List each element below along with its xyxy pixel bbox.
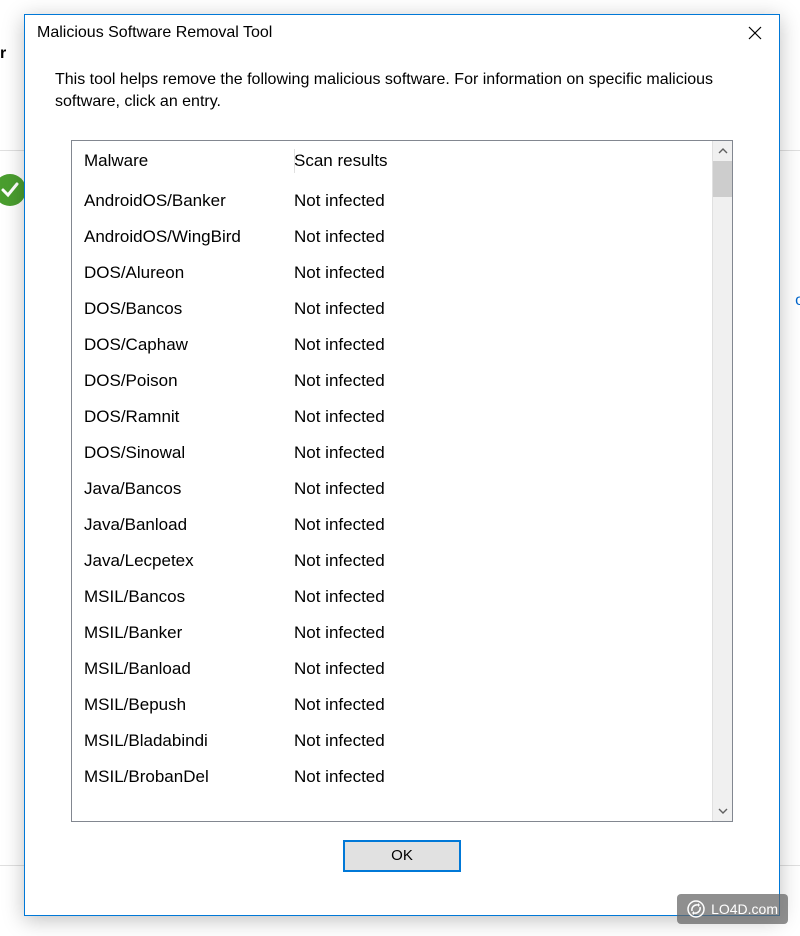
list-item[interactable]: MSIL/BancosNot infected: [84, 579, 700, 615]
backdrop-partial-letter: o: [795, 292, 800, 310]
ok-button[interactable]: OK: [343, 840, 461, 872]
list-item[interactable]: MSIL/BepushNot infected: [84, 687, 700, 723]
scan-result: Not infected: [294, 327, 700, 363]
malware-name: MSIL/Bepush: [84, 687, 294, 723]
scan-result: Not infected: [294, 651, 700, 687]
scan-result: Not infected: [294, 399, 700, 435]
list-item[interactable]: DOS/AlureonNot infected: [84, 255, 700, 291]
list-header: Malware Scan results: [72, 141, 712, 183]
titlebar: Malicious Software Removal Tool: [25, 15, 779, 51]
list-item[interactable]: Java/BancosNot infected: [84, 471, 700, 507]
watermark-text: LO4D.com: [711, 901, 778, 917]
scan-result: Not infected: [294, 723, 700, 759]
list-rows-container: AndroidOS/BankerNot infectedAndroidOS/Wi…: [72, 183, 712, 795]
malware-name: DOS/Caphaw: [84, 327, 294, 363]
list-item[interactable]: DOS/RamnitNot infected: [84, 399, 700, 435]
scan-result: Not infected: [294, 291, 700, 327]
chevron-up-icon: [718, 146, 728, 156]
backdrop-partial-text: r: [0, 45, 6, 63]
malware-name: MSIL/Bancos: [84, 579, 294, 615]
malware-name: Java/Bancos: [84, 471, 294, 507]
close-button[interactable]: [731, 15, 779, 51]
list-item[interactable]: DOS/SinowalNot infected: [84, 435, 700, 471]
list-item[interactable]: MSIL/BrobanDelNot infected: [84, 759, 700, 795]
dialog-description: This tool helps remove the following mal…: [55, 69, 749, 114]
scan-result: Not infected: [294, 687, 700, 723]
dialog-title: Malicious Software Removal Tool: [37, 24, 272, 42]
list-item[interactable]: MSIL/BanloadNot infected: [84, 651, 700, 687]
scan-result: Not infected: [294, 471, 700, 507]
malware-name: MSIL/Bladabindi: [84, 723, 294, 759]
column-header-malware[interactable]: Malware: [84, 151, 294, 171]
close-icon: [748, 26, 762, 40]
malware-name: MSIL/Banload: [84, 651, 294, 687]
scrollbar: [712, 141, 732, 821]
scan-result: Not infected: [294, 543, 700, 579]
list-item[interactable]: Java/BanloadNot infected: [84, 507, 700, 543]
scroll-track[interactable]: [713, 161, 732, 801]
msrt-dialog: Malicious Software Removal Tool This too…: [24, 14, 780, 916]
list-item[interactable]: AndroidOS/BankerNot infected: [84, 183, 700, 219]
scan-result: Not infected: [294, 435, 700, 471]
column-header-results[interactable]: Scan results: [294, 151, 700, 171]
scan-result: Not infected: [294, 255, 700, 291]
scan-result: Not infected: [294, 579, 700, 615]
malware-name: Java/Banload: [84, 507, 294, 543]
list-item[interactable]: AndroidOS/WingBirdNot infected: [84, 219, 700, 255]
scroll-down-button[interactable]: [713, 801, 732, 821]
watermark: LO4D.com: [677, 894, 788, 924]
scan-result: Not infected: [294, 363, 700, 399]
scan-result: Not infected: [294, 183, 700, 219]
malware-name: MSIL/Banker: [84, 615, 294, 651]
button-row: OK: [55, 822, 749, 890]
malware-name: MSIL/BrobanDel: [84, 759, 294, 795]
list-item[interactable]: DOS/PoisonNot infected: [84, 363, 700, 399]
scan-result: Not infected: [294, 615, 700, 651]
malware-name: Java/Lecpetex: [84, 543, 294, 579]
malware-list: Malware Scan results AndroidOS/BankerNot…: [71, 140, 733, 822]
list-content: Malware Scan results AndroidOS/BankerNot…: [72, 141, 712, 821]
list-item[interactable]: Java/LecpetexNot infected: [84, 543, 700, 579]
list-item[interactable]: MSIL/BladabindiNot infected: [84, 723, 700, 759]
chevron-down-icon: [718, 806, 728, 816]
scan-result: Not infected: [294, 219, 700, 255]
watermark-icon: [687, 900, 705, 918]
scan-result: Not infected: [294, 507, 700, 543]
dialog-body: This tool helps remove the following mal…: [25, 51, 779, 915]
scroll-thumb[interactable]: [713, 161, 732, 197]
malware-name: DOS/Alureon: [84, 255, 294, 291]
malware-name: AndroidOS/WingBird: [84, 219, 294, 255]
header-separator: [294, 149, 295, 173]
malware-name: DOS/Bancos: [84, 291, 294, 327]
list-item[interactable]: DOS/CaphawNot infected: [84, 327, 700, 363]
list-item[interactable]: DOS/BancosNot infected: [84, 291, 700, 327]
malware-name: DOS/Poison: [84, 363, 294, 399]
malware-name: DOS/Ramnit: [84, 399, 294, 435]
malware-name: DOS/Sinowal: [84, 435, 294, 471]
malware-name: AndroidOS/Banker: [84, 183, 294, 219]
scan-result: Not infected: [294, 759, 700, 795]
scroll-up-button[interactable]: [713, 141, 732, 161]
list-item[interactable]: MSIL/BankerNot infected: [84, 615, 700, 651]
